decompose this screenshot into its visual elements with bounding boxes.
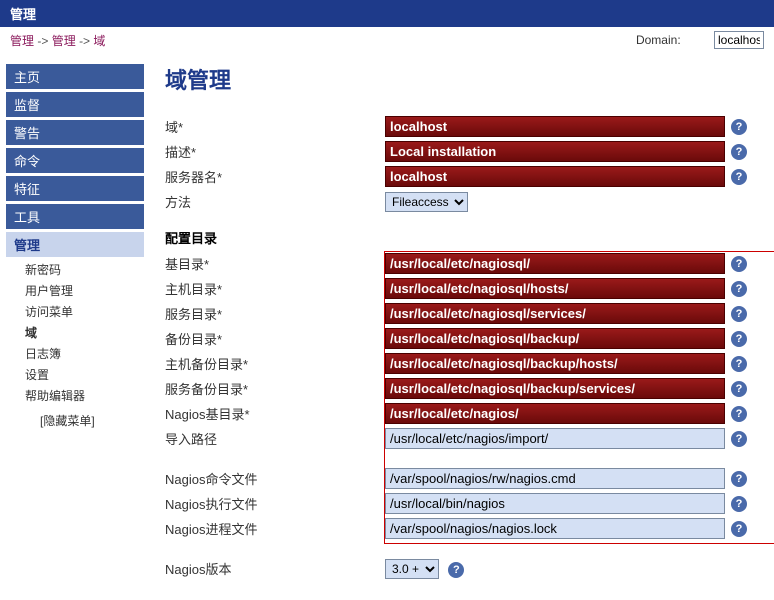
label-nagios-proc: Nagios进程文件: [165, 517, 385, 540]
breadcrumb-sep: ->: [79, 34, 93, 48]
row-nagios-version: Nagios版本 3.0 + ?: [165, 557, 759, 580]
breadcrumb-sep: ->: [37, 34, 51, 48]
sub-user-mgmt[interactable]: 用户管理: [5, 280, 145, 301]
input-domain[interactable]: [385, 116, 725, 137]
row-method: 方法 Fileaccess: [165, 190, 759, 213]
input-backup-dir[interactable]: [385, 328, 725, 349]
input-nagios-exec[interactable]: [385, 493, 725, 514]
help-icon[interactable]: ?: [731, 331, 747, 347]
help-icon[interactable]: ?: [731, 431, 747, 447]
help-icon[interactable]: ?: [731, 281, 747, 297]
label-nagios-cmd: Nagios命令文件: [165, 467, 385, 490]
breadcrumb-bar: 管理 -> 管理 -> 域 Domain:: [0, 27, 774, 53]
select-method[interactable]: Fileaccess: [385, 192, 468, 212]
row-backup-dir: 备份目录* ?: [165, 327, 759, 350]
sub-settings[interactable]: 设置: [5, 364, 145, 385]
input-import-path[interactable]: [385, 428, 725, 449]
nav-tools[interactable]: 工具: [5, 203, 145, 230]
hide-menu-link[interactable]: [隐藏菜单]: [5, 406, 145, 431]
sub-access-menu[interactable]: 访问菜单: [5, 301, 145, 322]
label-host-dir: 主机目录*: [165, 277, 385, 300]
top-bar: 管理: [0, 0, 774, 27]
domain-input[interactable]: [714, 31, 764, 49]
breadcrumb-link-0[interactable]: 管理: [10, 34, 34, 48]
breadcrumb-link-2[interactable]: 域: [93, 34, 105, 48]
section-config-dirs: 配置目录: [165, 228, 759, 247]
label-nagios-base-dir: Nagios基目录*: [165, 402, 385, 425]
row-description: 描述* ?: [165, 140, 759, 163]
label-nagios-exec: Nagios执行文件: [165, 492, 385, 515]
label-base-dir: 基目录*: [165, 252, 385, 275]
label-server-name: 服务器名*: [165, 165, 385, 188]
domain-selector: Domain:: [636, 31, 764, 49]
input-host-backup-dir[interactable]: [385, 353, 725, 374]
label-service-backup-dir: 服务备份目录*: [165, 377, 385, 400]
help-icon[interactable]: ?: [731, 471, 747, 487]
input-nagios-base-dir[interactable]: [385, 403, 725, 424]
input-host-dir[interactable]: [385, 278, 725, 299]
input-server-name[interactable]: [385, 166, 725, 187]
row-nagios-base-dir: Nagios基目录* ?: [165, 402, 759, 425]
row-domain: 域* ?: [165, 115, 759, 138]
config-group: 基目录* ? 主机目录* ? 服务目录* ? 备份目录* ? 主机备份目录*: [165, 252, 759, 540]
sub-domain[interactable]: 域: [5, 322, 145, 343]
row-base-dir: 基目录* ?: [165, 252, 759, 275]
sidebar: 主页 监督 警告 命令 特征 工具 管理 新密码 用户管理 访问菜单 域 日志簿…: [0, 53, 150, 592]
label-backup-dir: 备份目录*: [165, 327, 385, 350]
label-domain: 域*: [165, 115, 385, 138]
label-description: 描述*: [165, 140, 385, 163]
input-service-dir[interactable]: [385, 303, 725, 324]
breadcrumb: 管理 -> 管理 -> 域: [10, 32, 105, 49]
nav-admin[interactable]: 管理: [5, 231, 145, 258]
row-service-backup-dir: 服务备份目录* ?: [165, 377, 759, 400]
nav-warning[interactable]: 警告: [5, 119, 145, 146]
help-icon[interactable]: ?: [448, 562, 464, 578]
help-icon[interactable]: ?: [731, 406, 747, 422]
label-method: 方法: [165, 190, 385, 213]
sub-help-editor[interactable]: 帮助编辑器: [5, 385, 145, 406]
nav-home[interactable]: 主页: [5, 63, 145, 90]
help-icon[interactable]: ?: [731, 144, 747, 160]
label-host-backup-dir: 主机备份目录*: [165, 352, 385, 375]
breadcrumb-link-1[interactable]: 管理: [52, 34, 76, 48]
help-icon[interactable]: ?: [731, 306, 747, 322]
page-title: 域管理: [165, 63, 759, 95]
row-nagios-proc: Nagios进程文件 ?: [165, 517, 759, 540]
content-area: 域管理 域* ? 描述* ? 服务器名* ? 方法 Fileaccess 配置目…: [150, 53, 774, 592]
label-import-path: 导入路径: [165, 427, 385, 450]
label-service-dir: 服务目录*: [165, 302, 385, 325]
help-icon[interactable]: ?: [731, 496, 747, 512]
input-service-backup-dir[interactable]: [385, 378, 725, 399]
nav-command[interactable]: 命令: [5, 147, 145, 174]
nav-feature[interactable]: 特征: [5, 175, 145, 202]
input-nagios-proc[interactable]: [385, 518, 725, 539]
row-nagios-cmd: Nagios命令文件 ?: [165, 467, 759, 490]
sub-log[interactable]: 日志簿: [5, 343, 145, 364]
help-icon[interactable]: ?: [731, 169, 747, 185]
label-nagios-version: Nagios版本: [165, 557, 385, 580]
nav-monitor[interactable]: 监督: [5, 91, 145, 118]
input-nagios-cmd[interactable]: [385, 468, 725, 489]
help-icon[interactable]: ?: [731, 356, 747, 372]
input-description[interactable]: [385, 141, 725, 162]
help-icon[interactable]: ?: [731, 119, 747, 135]
row-nagios-exec: Nagios执行文件 ?: [165, 492, 759, 515]
main-layout: 主页 监督 警告 命令 特征 工具 管理 新密码 用户管理 访问菜单 域 日志簿…: [0, 53, 774, 592]
input-base-dir[interactable]: [385, 253, 725, 274]
row-host-backup-dir: 主机备份目录* ?: [165, 352, 759, 375]
row-host-dir: 主机目录* ?: [165, 277, 759, 300]
row-service-dir: 服务目录* ?: [165, 302, 759, 325]
top-bar-title: 管理: [10, 7, 36, 22]
help-icon[interactable]: ?: [731, 381, 747, 397]
help-icon[interactable]: ?: [731, 521, 747, 537]
domain-label: Domain:: [636, 33, 681, 47]
row-import-path: 导入路径 ?: [165, 427, 759, 450]
help-icon[interactable]: ?: [731, 256, 747, 272]
select-nagios-version[interactable]: 3.0 +: [385, 559, 439, 579]
sub-new-password[interactable]: 新密码: [5, 259, 145, 280]
row-server-name: 服务器名* ?: [165, 165, 759, 188]
